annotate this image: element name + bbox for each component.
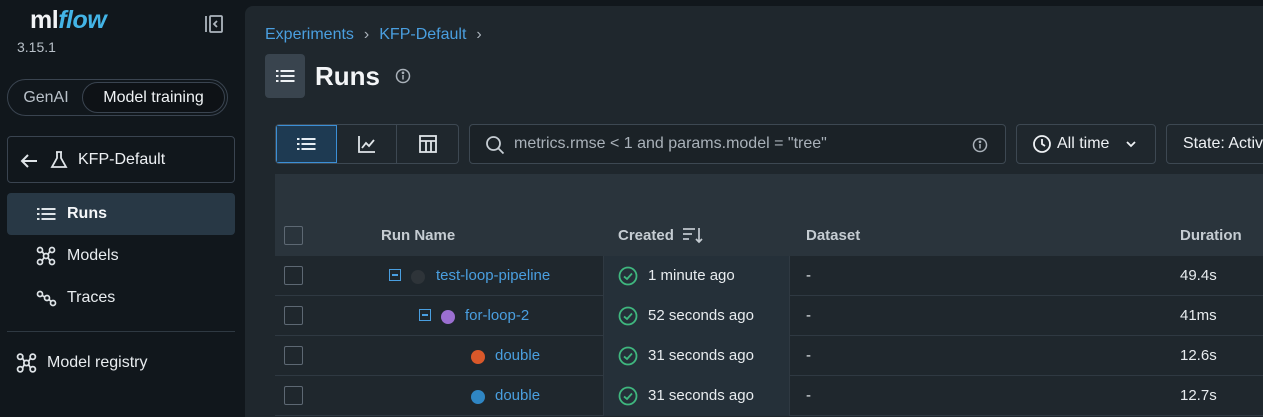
column-header-dataset[interactable]: Dataset xyxy=(806,227,860,244)
sidebar-item-label: Traces xyxy=(67,289,116,306)
search-icon xyxy=(485,135,505,155)
dataset-value: - xyxy=(806,387,811,404)
check-circle-icon xyxy=(618,346,638,366)
search-help-icon[interactable] xyxy=(972,137,988,153)
chevron-right-icon: › xyxy=(476,26,482,43)
run-name-link[interactable]: double xyxy=(495,347,540,364)
duration-value: 49.4s xyxy=(1180,267,1217,284)
table-view-button[interactable] xyxy=(397,125,458,163)
sidebar-item-label: Runs xyxy=(67,205,107,222)
run-color-dot xyxy=(471,350,485,364)
created-time: 52 seconds ago xyxy=(648,307,754,324)
main-panel: Experiments › KFP-Default › Runs metrics… xyxy=(245,6,1263,417)
breadcrumb: Experiments › KFP-Default › xyxy=(265,26,482,44)
column-header-created[interactable]: Created xyxy=(618,227,674,244)
dataset-value: - xyxy=(806,307,811,324)
run-name-link[interactable]: test-loop-pipeline xyxy=(436,267,550,284)
sidebar-item-label: Model registry xyxy=(47,354,148,371)
list-view-icon xyxy=(296,138,316,150)
check-circle-icon xyxy=(618,266,638,286)
models-icon xyxy=(36,246,57,266)
run-color-dot xyxy=(411,270,425,284)
page-title: Runs xyxy=(315,61,380,91)
run-name-link[interactable]: double xyxy=(495,387,540,404)
row-checkbox[interactable] xyxy=(284,386,303,405)
state-filter-label: State: Activ xyxy=(1183,135,1263,152)
row-checkbox[interactable] xyxy=(284,346,303,365)
run-name-link[interactable]: for-loop-2 xyxy=(465,307,529,324)
model-registry-icon xyxy=(16,352,38,374)
collapse-sidebar-icon[interactable] xyxy=(203,13,225,35)
sidebar: ml flow 3.15.1 GenAI Model training KFP-D… xyxy=(0,0,245,417)
experiment-name: KFP-Default xyxy=(78,151,166,168)
created-time: 31 seconds ago xyxy=(648,347,754,364)
table-row[interactable]: for-loop-2 52 seconds ago - 41ms xyxy=(275,296,1263,336)
sidebar-divider xyxy=(7,331,235,332)
select-all-checkbox[interactable] xyxy=(284,226,303,245)
runs-list-icon xyxy=(265,54,305,98)
sidebar-item-model-registry[interactable]: Model registry xyxy=(7,341,235,383)
run-color-dot xyxy=(471,390,485,404)
check-circle-icon xyxy=(618,386,638,406)
breadcrumb-experiments[interactable]: Experiments xyxy=(265,26,354,44)
info-icon[interactable] xyxy=(395,68,411,84)
row-checkbox[interactable] xyxy=(284,306,303,325)
run-color-dot xyxy=(441,310,455,324)
sidebar-item-label: Models xyxy=(67,247,119,264)
duration-value: 12.6s xyxy=(1180,347,1217,364)
time-filter-dropdown[interactable]: All time xyxy=(1016,124,1156,164)
mlflow-logo[interactable]: ml flow xyxy=(30,6,107,36)
view-mode-switch xyxy=(275,124,459,164)
created-time: 31 seconds ago xyxy=(648,387,754,404)
table-view-icon xyxy=(418,135,437,153)
time-filter-label: All time xyxy=(1057,135,1110,152)
sidebar-item-runs[interactable]: Runs xyxy=(7,193,235,235)
clock-icon xyxy=(1032,134,1052,154)
list-icon xyxy=(36,204,57,224)
table-row[interactable]: double 31 seconds ago - 12.6s xyxy=(275,336,1263,376)
dataset-value: - xyxy=(806,267,811,284)
arrow-left-icon xyxy=(19,151,39,171)
list-view-button[interactable] xyxy=(276,125,337,163)
column-header-duration[interactable]: Duration xyxy=(1180,227,1242,244)
chart-view-button[interactable] xyxy=(337,125,398,163)
check-circle-icon xyxy=(618,306,638,326)
traces-icon xyxy=(36,288,57,308)
collapse-toggle-icon[interactable] xyxy=(419,309,431,321)
search-input[interactable] xyxy=(514,133,954,155)
duration-value: 41ms xyxy=(1180,307,1217,324)
sidebar-item-models[interactable]: Models xyxy=(7,235,235,277)
table-row[interactable]: double 31 seconds ago - 12.7s xyxy=(275,376,1263,416)
row-checkbox[interactable] xyxy=(284,266,303,285)
collapse-toggle-icon[interactable] xyxy=(389,269,401,281)
chevron-right-icon: › xyxy=(363,26,370,43)
duration-value: 12.7s xyxy=(1180,387,1217,404)
chevron-down-icon xyxy=(1124,137,1138,151)
runs-table: Run Name Created Dataset Duration test-l… xyxy=(275,174,1263,416)
chart-view-icon xyxy=(357,136,375,153)
table-header: Run Name Created Dataset Duration xyxy=(275,174,1263,256)
beaker-icon xyxy=(49,150,69,170)
dataset-value: - xyxy=(806,347,811,364)
breadcrumb-experiment[interactable]: KFP-Default xyxy=(379,26,466,44)
column-header-run-name[interactable]: Run Name xyxy=(381,227,455,244)
mode-genai[interactable]: GenAI xyxy=(10,82,82,113)
mode-switch: GenAI Model training xyxy=(7,79,228,116)
version-label: 3.15.1 xyxy=(17,39,56,55)
logo-suffix: flow xyxy=(58,6,107,34)
mode-model-training[interactable]: Model training xyxy=(82,82,225,113)
sidebar-item-traces[interactable]: Traces xyxy=(7,277,235,319)
created-time: 1 minute ago xyxy=(648,267,735,284)
table-row[interactable]: test-loop-pipeline 1 minute ago - 49.4s xyxy=(275,256,1263,296)
state-filter-dropdown[interactable]: State: Activ xyxy=(1166,124,1263,164)
sort-descending-icon[interactable] xyxy=(682,226,704,244)
experiment-back-link[interactable]: KFP-Default xyxy=(7,136,235,183)
run-search-box xyxy=(469,124,1006,164)
logo-prefix: ml xyxy=(30,6,59,34)
